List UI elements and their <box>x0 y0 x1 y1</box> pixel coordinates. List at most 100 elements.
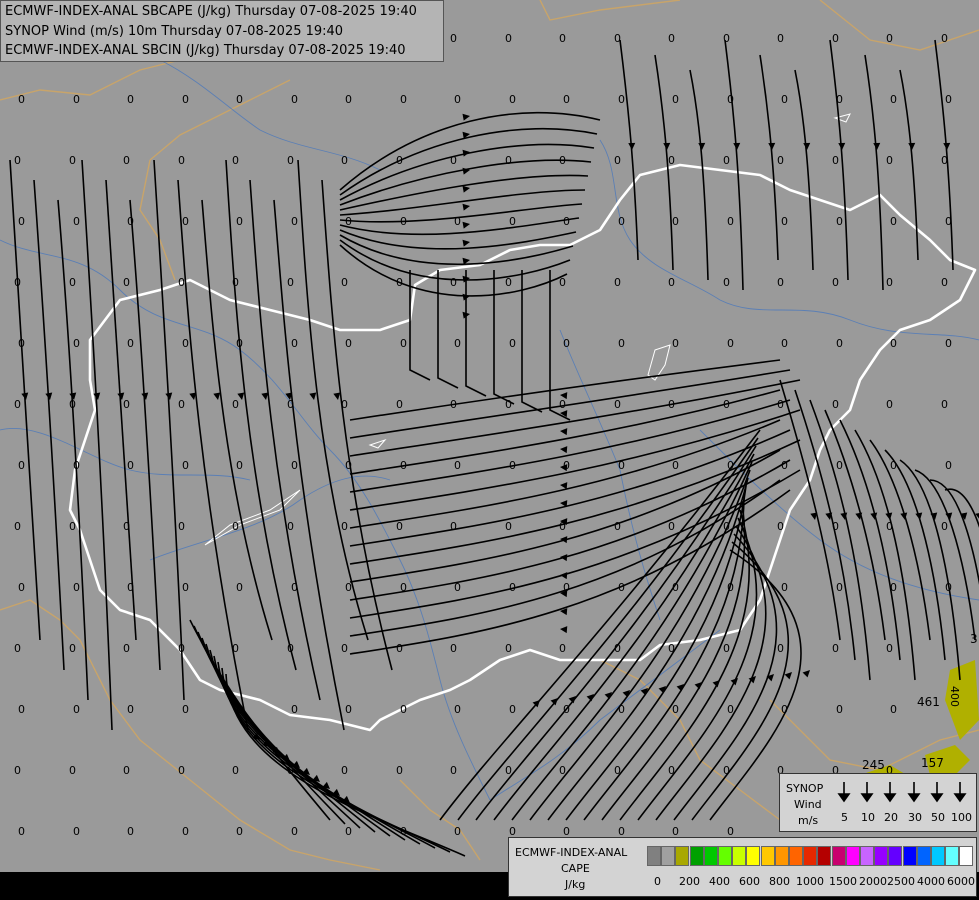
sbcin-value: 0 <box>723 398 730 411</box>
cape-legend-subtitle: CAPE <box>561 862 590 875</box>
sbcin-value: 0 <box>341 764 348 777</box>
sbcin-value: 0 <box>614 520 621 533</box>
streamline-arrowhead <box>766 674 774 682</box>
sbcin-value: 0 <box>614 398 621 411</box>
sbcin-value: 0 <box>232 520 239 533</box>
sbcin-value: 0 <box>396 276 403 289</box>
streamline-arrowhead <box>838 142 846 150</box>
sbcin-value: 0 <box>400 703 407 716</box>
cape-color-cell <box>774 846 789 866</box>
sbcin-value: 0 <box>450 520 457 533</box>
sbcin-value: 0 <box>781 93 788 106</box>
sbcin-value: 0 <box>505 154 512 167</box>
sbcin-value: 0 <box>69 764 76 777</box>
streamline <box>201 199 273 641</box>
streamline-arrowhead <box>586 694 594 702</box>
streamline <box>81 159 113 731</box>
title-sbcin: ECMWF-INDEX-ANAL SBCIN (J/kg) Thursday 0… <box>5 43 406 58</box>
sbcin-value: 0 <box>781 215 788 228</box>
sbcin-value: 0 <box>178 642 185 655</box>
streamline-arrowhead <box>712 680 720 688</box>
streamline <box>339 203 583 223</box>
sbcin-value: 0 <box>396 764 403 777</box>
sbcin-value: 0 <box>341 642 348 655</box>
cape-color-cell <box>831 846 846 866</box>
sbcin-value: 0 <box>505 276 512 289</box>
streamline <box>349 379 801 457</box>
sbcin-value: 0 <box>559 154 566 167</box>
sbcin-value: 0 <box>672 703 679 716</box>
sbcin-value: 0 <box>777 154 784 167</box>
sbcin-value: 0 <box>454 825 461 838</box>
sbcin-value: 0 <box>563 337 570 350</box>
sbcin-value: 0 <box>69 154 76 167</box>
cape-color-cell <box>959 846 974 866</box>
streamline-arrowhead <box>93 392 101 400</box>
sbcin-value: 0 <box>450 154 457 167</box>
streamline-arrowhead <box>870 512 878 520</box>
sbcin-value: 0 <box>672 93 679 106</box>
cape-color-cell <box>661 846 676 866</box>
sbcin-value: 0 <box>945 93 952 106</box>
sbcin-value: 0 <box>291 337 298 350</box>
sbcin-value: 0 <box>781 581 788 594</box>
streamline <box>217 661 436 849</box>
sbcin-value: 0 <box>396 398 403 411</box>
sbcin-value: 0 <box>396 642 403 655</box>
sbcin-value: 0 <box>127 703 134 716</box>
sbcin-value: 0 <box>73 703 80 716</box>
streamline-arrowhead <box>560 500 568 508</box>
streamline-arrowhead <box>803 142 811 150</box>
cape-color-cell <box>888 846 903 866</box>
cape-color-cell <box>760 846 775 866</box>
streamline <box>57 199 89 701</box>
sbcin-value: 0 <box>723 276 730 289</box>
sbcin-value: 0 <box>509 703 516 716</box>
sbcin-value: 0 <box>454 215 461 228</box>
sbcin-value: 0 <box>127 459 134 472</box>
sbcin-value: 0 <box>727 459 734 472</box>
streamline <box>899 69 919 261</box>
streamline-arrowhead <box>165 392 173 400</box>
sbcin-value: 0 <box>672 581 679 594</box>
sbcin-value: 0 <box>291 459 298 472</box>
cape-color-cell <box>916 846 931 866</box>
sbcin-value: 0 <box>832 154 839 167</box>
sbcin-value: 0 <box>668 154 675 167</box>
cape-value-461: 461 <box>917 695 940 709</box>
sbcin-value: 0 <box>236 93 243 106</box>
cape-value-157: 157 <box>921 756 944 770</box>
streamline-arrowhead <box>45 392 53 400</box>
sbcin-value: 0 <box>832 32 839 45</box>
sbcin-value: 0 <box>123 642 130 655</box>
sbcin-value: 0 <box>182 93 189 106</box>
sbcin-value: 0 <box>232 276 239 289</box>
streamline <box>409 270 431 381</box>
sbcin-value: 0 <box>836 215 843 228</box>
sbcin-value: 0 <box>236 581 243 594</box>
sbcin-value: 0 <box>18 93 25 106</box>
cape-color-cell <box>817 846 832 866</box>
streamline-arrowhead <box>900 512 908 520</box>
sbcin-value: 0 <box>182 337 189 350</box>
sbcin-value: 0 <box>727 93 734 106</box>
cape-color-cell <box>732 846 747 866</box>
sbcin-value: 0 <box>941 32 948 45</box>
sbcin-value: 0 <box>505 764 512 777</box>
sbcin-value: 0 <box>236 703 243 716</box>
sbcin-value: 0 <box>450 764 457 777</box>
sbcin-value: 0 <box>777 32 784 45</box>
streamline <box>205 643 391 837</box>
streamline-arrowhead <box>462 167 470 175</box>
streamline-arrowhead <box>462 239 470 247</box>
cape-color-cell <box>718 846 732 866</box>
sbcin-value: 0 <box>396 520 403 533</box>
sbcin-value: 0 <box>341 398 348 411</box>
streamline-arrowhead <box>560 428 568 436</box>
wind-legend-value-50: 50 <box>931 811 945 824</box>
sbcin-value: 0 <box>563 215 570 228</box>
streamline <box>297 159 369 641</box>
cape-legend-unit: J/kg <box>565 878 586 891</box>
cape-color-cell <box>874 846 889 866</box>
sbcin-value: 0 <box>886 398 893 411</box>
